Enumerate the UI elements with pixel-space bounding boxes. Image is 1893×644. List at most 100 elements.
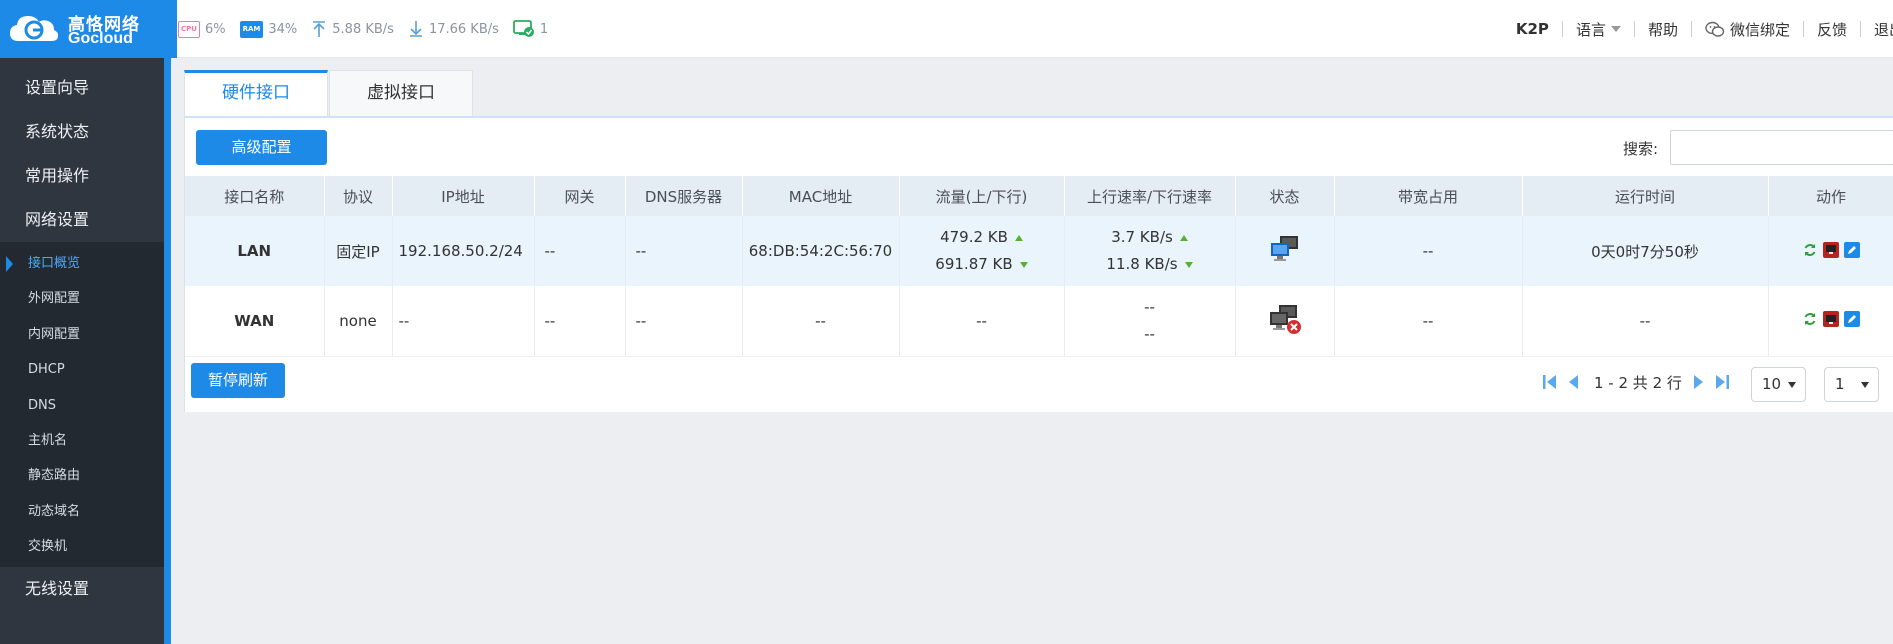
wechat-bind-link[interactable]: 微信绑定 xyxy=(1692,19,1803,40)
panel-toolbar: 高级配置 搜索: xyxy=(185,118,1893,176)
rate-down-value: -- xyxy=(1144,324,1155,343)
column-header[interactable]: 带宽占用 xyxy=(1334,176,1523,216)
menu-system-status[interactable]: 系统状态 xyxy=(0,110,164,154)
sidebar-item-wan-config[interactable]: 外网配置 xyxy=(0,281,164,316)
edit-icon[interactable] xyxy=(1844,241,1860,258)
brand-name-en: Gocloud xyxy=(68,30,133,47)
down-arrow-icon xyxy=(1184,261,1193,268)
monitor-icon[interactable] xyxy=(1823,311,1839,328)
status-cell xyxy=(1235,216,1335,286)
mac-address: 68:DB:54:2C:56:70 xyxy=(742,216,900,286)
ram-usage: 34% xyxy=(268,21,298,37)
advanced-config-button[interactable]: 高级配置 xyxy=(196,130,327,165)
traffic-up-value: 479.2 KB xyxy=(940,228,1008,246)
page-number-select[interactable]: 1 xyxy=(1824,366,1879,402)
sidebar-item-lan-config[interactable]: 内网配置 xyxy=(0,317,164,352)
menu-wireless-settings[interactable]: 无线设置 xyxy=(0,567,164,611)
status-cell xyxy=(1235,286,1335,357)
rate-down-value: 11.8 KB/s xyxy=(1106,255,1178,273)
dns-server: -- xyxy=(625,286,743,357)
cpu-chip-icon: CPU xyxy=(178,20,200,38)
devices-stat[interactable]: 1 xyxy=(513,20,548,38)
column-header[interactable]: 上行速率/下行速率 xyxy=(1064,176,1236,216)
system-stats: CPU 6% RAM 34% 5.88 KB/s 17.66 KB/s 1 xyxy=(178,0,562,58)
refresh-icon[interactable] xyxy=(1802,242,1818,258)
chevron-down-icon xyxy=(1610,26,1621,32)
interface-tabs: 硬件接口 虚拟接口 xyxy=(184,70,1893,116)
column-header: 动作 xyxy=(1768,176,1893,216)
rate-cell: -- -- xyxy=(1064,286,1236,357)
sidebar-item-static-route[interactable]: 静态路由 xyxy=(0,458,164,493)
table-row[interactable]: LAN 固定IP 192.168.50.2/24 -- -- 68:DB:54:… xyxy=(185,216,1893,286)
page-size-select[interactable]: 10 xyxy=(1751,366,1806,402)
pause-refresh-button[interactable]: 暂停刷新 xyxy=(191,362,285,398)
upload-stat: 5.88 KB/s xyxy=(311,20,394,38)
monitor-icon[interactable] xyxy=(1823,241,1839,258)
table-row[interactable]: WAN none -- -- -- -- -- -- -- -- -- xyxy=(185,286,1893,357)
actions-cell xyxy=(1768,216,1893,286)
upload-speed: 5.88 KB/s xyxy=(332,21,394,37)
sidebar: 设置向导 系统状态 常用操作 网络设置 接口概览 外网配置 内网配置 DHCP … xyxy=(0,58,164,644)
protocol: 固定IP xyxy=(324,216,393,286)
tab-hardware-interfaces[interactable]: 硬件接口 xyxy=(184,70,328,116)
cpu-stat: CPU 6% xyxy=(178,20,226,38)
wechat-bind-label: 微信绑定 xyxy=(1729,20,1790,39)
mac-address: -- xyxy=(742,286,900,357)
brand-logo[interactable]: 高恪网络 Gocloud xyxy=(0,0,177,58)
rate-up-value: -- xyxy=(1144,297,1155,316)
ip-address: -- xyxy=(392,286,535,357)
traffic-down: 691.87 KB xyxy=(900,251,1064,278)
sidebar-item-dns[interactable]: DNS xyxy=(0,388,164,423)
uptime: 0天0时7分50秒 xyxy=(1522,216,1769,286)
bandwidth: -- xyxy=(1334,286,1523,357)
language-menu[interactable]: 语言 xyxy=(1563,19,1634,40)
uptime: -- xyxy=(1522,286,1769,357)
protocol: none xyxy=(324,286,393,357)
logout-link[interactable]: 退出 xyxy=(1861,19,1893,40)
column-header[interactable]: 流量(上/下行) xyxy=(899,176,1065,216)
sidebar-item-interface-overview[interactable]: 接口概览 xyxy=(0,246,164,281)
refresh-icon[interactable] xyxy=(1802,311,1818,327)
column-header[interactable]: 运行时间 xyxy=(1522,176,1769,216)
disconnected-icon xyxy=(1269,304,1301,334)
sidebar-item-ddns[interactable]: 动态域名 xyxy=(0,494,164,529)
help-link[interactable]: 帮助 xyxy=(1635,19,1691,40)
interface-name: LAN xyxy=(185,216,325,286)
down-arrow-icon xyxy=(1019,261,1028,268)
up-arrow-icon xyxy=(1179,234,1188,241)
menu-common-ops[interactable]: 常用操作 xyxy=(0,154,164,198)
tab-virtual-interfaces[interactable]: 虚拟接口 xyxy=(329,70,473,116)
online-devices-count: 1 xyxy=(539,21,549,37)
online-devices-icon xyxy=(513,20,535,38)
menu-network-settings[interactable]: 网络设置 xyxy=(0,198,164,242)
column-header[interactable]: 状态 xyxy=(1235,176,1335,216)
first-page-icon[interactable] xyxy=(1542,373,1558,391)
table-header-row: 接口名称 协议 IP地址 网关 DNS服务器 MAC地址 流量(上/下行) 上行… xyxy=(185,176,1893,216)
interface-table: 接口名称 协议 IP地址 网关 DNS服务器 MAC地址 流量(上/下行) 上行… xyxy=(185,176,1893,357)
column-header[interactable]: IP地址 xyxy=(392,176,535,216)
prev-page-icon[interactable] xyxy=(1566,373,1580,391)
download-arrow-icon xyxy=(408,20,424,38)
column-header[interactable]: 接口名称 xyxy=(185,176,325,216)
gocloud-logo-icon xyxy=(10,16,59,41)
gateway: -- xyxy=(534,216,626,286)
ram-chip-icon: RAM xyxy=(239,20,264,38)
search-input[interactable] xyxy=(1670,130,1893,165)
pager-summary: 1 - 2 共 2 行 xyxy=(1594,373,1682,392)
feedback-link[interactable]: 反馈 xyxy=(1804,19,1860,40)
column-header[interactable]: 网关 xyxy=(534,176,626,216)
column-header[interactable]: 协议 xyxy=(324,176,393,216)
sidebar-item-hostname[interactable]: 主机名 xyxy=(0,423,164,458)
last-page-icon[interactable] xyxy=(1714,373,1730,391)
edit-icon[interactable] xyxy=(1844,311,1860,328)
sidebar-item-switch[interactable]: 交换机 xyxy=(0,529,164,564)
next-page-icon[interactable] xyxy=(1692,373,1706,391)
column-header[interactable]: MAC地址 xyxy=(742,176,900,216)
download-speed: 17.66 KB/s xyxy=(428,21,499,37)
actions-cell xyxy=(1768,286,1893,357)
sidebar-item-dhcp[interactable]: DHCP xyxy=(0,352,164,387)
menu-setup-wizard[interactable]: 设置向导 xyxy=(0,66,164,110)
column-header[interactable]: DNS服务器 xyxy=(625,176,743,216)
dns-server: -- xyxy=(625,216,743,286)
interface-name: WAN xyxy=(185,286,325,357)
